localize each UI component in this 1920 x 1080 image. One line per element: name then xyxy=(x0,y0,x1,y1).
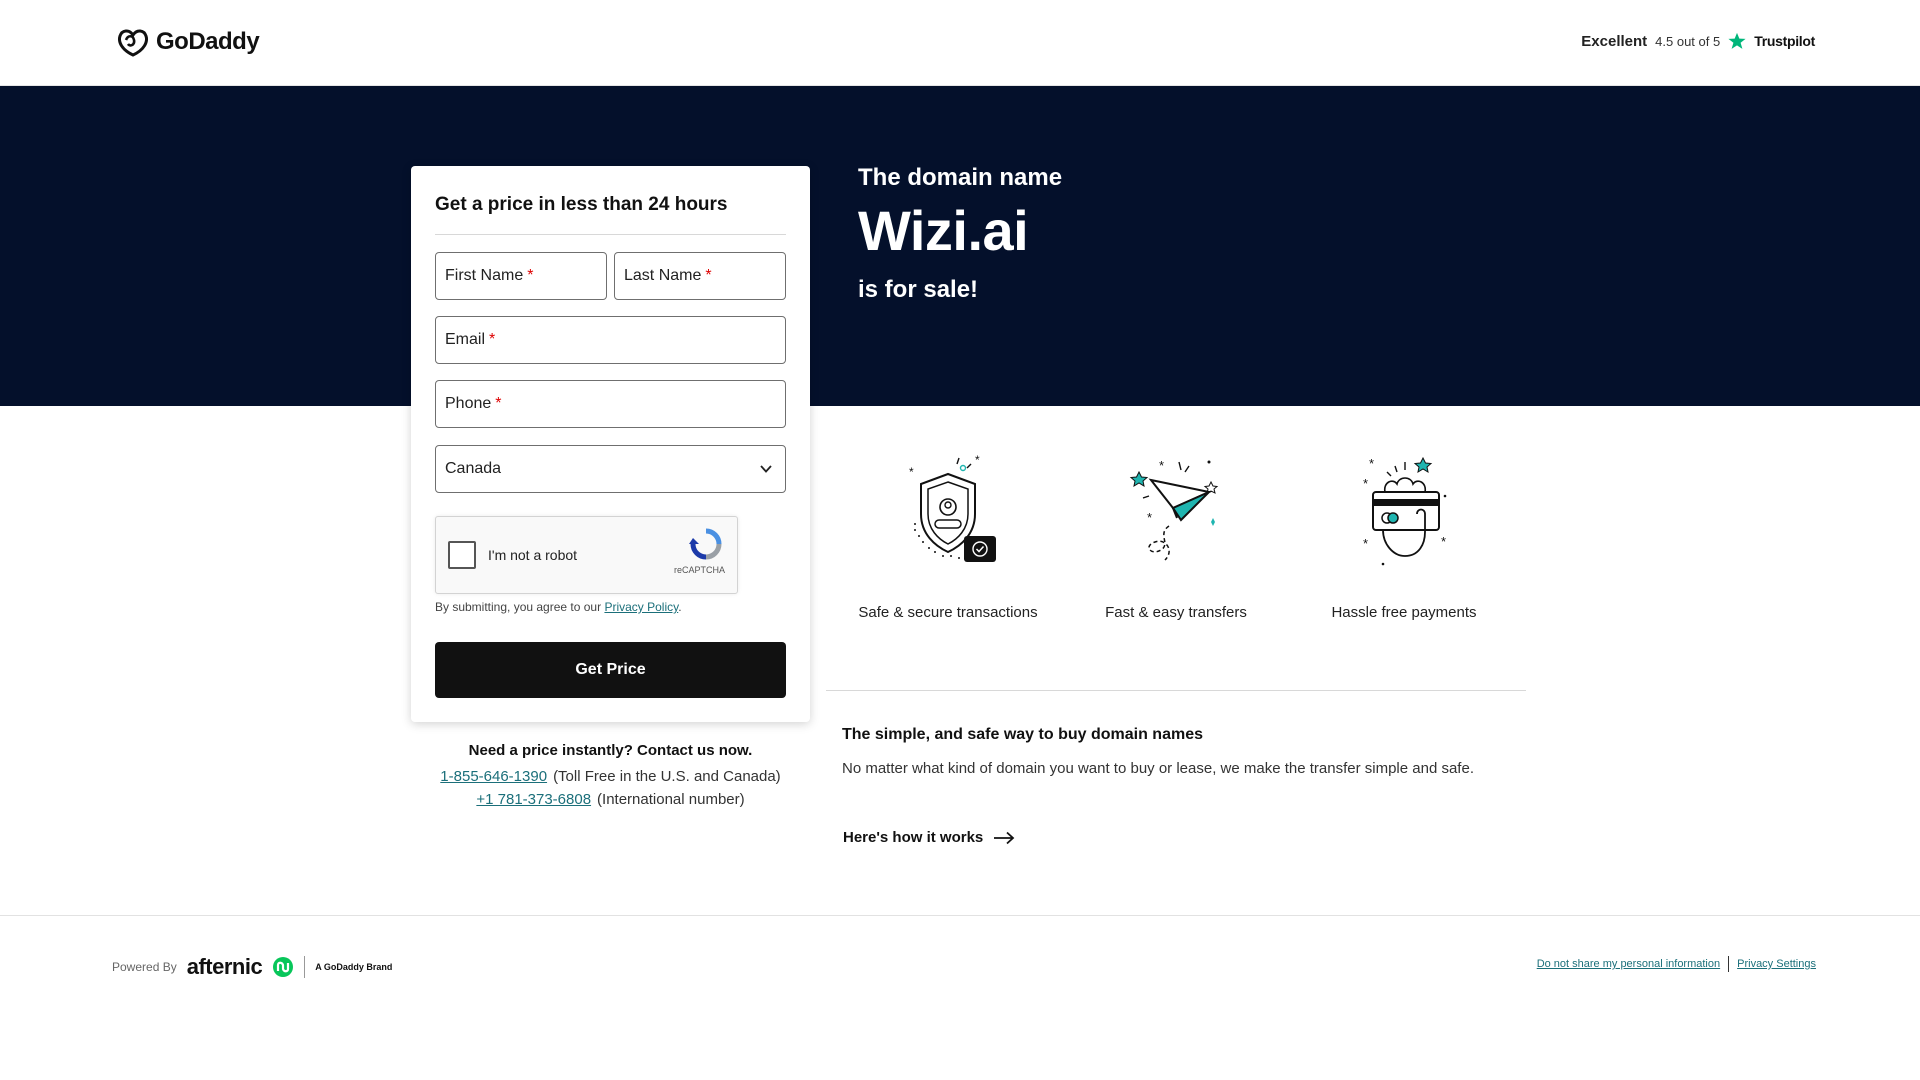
recaptcha-logo-icon xyxy=(689,528,722,560)
international-phone-link[interactable]: +1 781-373-6808 xyxy=(476,791,591,808)
links-separator xyxy=(1728,956,1730,972)
consent-text: By submitting, you agree to our Privacy … xyxy=(435,600,682,614)
country-value: Canada xyxy=(445,460,502,477)
afternic-logo-icon xyxy=(273,957,294,977)
powered-by: Powered By afternic A GoDaddy Brand xyxy=(112,954,392,980)
recaptcha-widget: I'm not a robot reCAPTCHA xyxy=(435,516,738,594)
svg-text:*: * xyxy=(1369,456,1374,471)
required-mark: * xyxy=(489,331,496,348)
hero-banner: The domain name Wizi.ai is for sale! xyxy=(0,86,1920,406)
country-select[interactable]: Canada xyxy=(435,445,786,493)
hero-for-sale: is for sale! xyxy=(858,276,979,303)
trustpilot-star-icon xyxy=(1728,32,1746,49)
recaptcha-label: I'm not a robot xyxy=(488,547,578,563)
svg-text:*: * xyxy=(1363,536,1368,551)
recaptcha-brand: reCAPTCHA xyxy=(673,565,725,575)
privacy-policy-link[interactable]: Privacy Policy xyxy=(604,600,678,614)
afternic-wordmark[interactable]: afternic xyxy=(187,954,263,980)
toll-free-note: (Toll Free in the U.S. and Canada) xyxy=(553,768,781,785)
payment-card-icon: * * * * xyxy=(1363,456,1447,566)
svg-text:*: * xyxy=(1363,476,1368,491)
feature-secure-label: Safe & secure transactions xyxy=(858,604,1038,621)
international-line: +1 781-373-6808 (International number) xyxy=(411,791,810,808)
feature-secure: * * Safe & secure transactions xyxy=(848,452,1048,621)
site-footer: Powered By afternic A GoDaddy Brand Do n… xyxy=(0,915,1920,1080)
section-divider xyxy=(826,690,1526,691)
svg-text:*: * xyxy=(975,453,980,467)
feature-payments-label: Hassle free payments xyxy=(1331,604,1477,621)
site-header: GoDaddy Excellent 4.5 out of 5 Trustpilo… xyxy=(0,0,1920,86)
shield-icon: * * xyxy=(909,453,996,562)
last-name-label: Last Name xyxy=(624,267,702,284)
required-mark: * xyxy=(495,395,502,412)
get-price-button[interactable]: Get Price xyxy=(435,642,786,698)
required-mark: * xyxy=(705,267,712,284)
toll-free-phone-link[interactable]: 1-855-646-1390 xyxy=(440,768,547,785)
trust-excellent-label: Excellent xyxy=(1581,32,1648,50)
do-not-share-link[interactable]: Do not share my personal information xyxy=(1537,958,1720,970)
logo-wordmark: GoDaddy xyxy=(156,28,260,55)
recaptcha-checkbox[interactable] xyxy=(448,541,476,569)
chevron-down-icon xyxy=(760,465,772,473)
consent-prefix: By submitting, you agree to our xyxy=(435,600,605,614)
trustpilot-rating[interactable]: Excellent 4.5 out of 5 Trustpilot xyxy=(1581,32,1815,50)
phone-label: Phone xyxy=(445,395,492,412)
svg-text:*: * xyxy=(909,465,914,479)
price-form-card: Get a price in less than 24 hours First … xyxy=(411,166,810,722)
form-divider xyxy=(435,234,786,235)
required-mark: * xyxy=(527,267,534,284)
godaddy-logo-icon xyxy=(118,29,148,57)
privacy-settings-link[interactable]: Privacy Settings xyxy=(1737,958,1816,970)
international-note: (International number) xyxy=(597,791,745,808)
feature-transfers-label: Fast & easy transfers xyxy=(1105,604,1247,621)
how-it-works-label: Here's how it works xyxy=(843,829,984,846)
powered-by-label: Powered By xyxy=(112,960,177,974)
last-name-field[interactable]: Last Name * xyxy=(614,252,786,300)
feature-transfers: * * Fast & easy transfers xyxy=(1076,452,1276,621)
feature-payments: * * * * Hassle free payments xyxy=(1304,452,1504,621)
phone-field[interactable]: Phone * xyxy=(435,380,786,428)
consent-suffix: . xyxy=(678,600,682,614)
godaddy-brand-tag: A GoDaddy Brand xyxy=(315,962,393,972)
svg-text:*: * xyxy=(1147,510,1152,525)
how-it-works-link[interactable]: Here's how it works xyxy=(843,829,1015,846)
arrow-right-icon xyxy=(994,831,1015,844)
trust-rating-text: 4.5 out of 5 xyxy=(1655,33,1721,49)
info-text: No matter what kind of domain you want t… xyxy=(842,760,1474,777)
first-name-field[interactable]: First Name * xyxy=(435,252,607,300)
info-title: The simple, and safe way to buy domain n… xyxy=(842,726,1203,743)
svg-text:*: * xyxy=(1441,534,1446,549)
first-name-label: First Name xyxy=(445,267,524,284)
godaddy-logo[interactable]: GoDaddy xyxy=(116,26,260,58)
hero-domain-name: Wizi.ai xyxy=(858,199,1029,262)
toll-free-line: 1-855-646-1390 (Toll Free in the U.S. and… xyxy=(411,768,810,785)
trustpilot-wordmark: Trustpilot xyxy=(1754,33,1815,49)
footer-links: Do not share my personal information Pri… xyxy=(1537,956,1816,972)
email-field[interactable]: Email * xyxy=(435,316,786,364)
paper-plane-icon: * * xyxy=(1129,458,1219,561)
hero-subtitle: The domain name xyxy=(858,164,1063,191)
contact-section: Need a price instantly? Contact us now. … xyxy=(411,742,810,808)
contact-title: Need a price instantly? Contact us now. xyxy=(468,742,753,759)
brand-separator xyxy=(304,956,306,978)
svg-text:*: * xyxy=(1159,458,1164,473)
email-label: Email xyxy=(445,331,486,348)
form-title: Get a price in less than 24 hours xyxy=(435,194,728,215)
